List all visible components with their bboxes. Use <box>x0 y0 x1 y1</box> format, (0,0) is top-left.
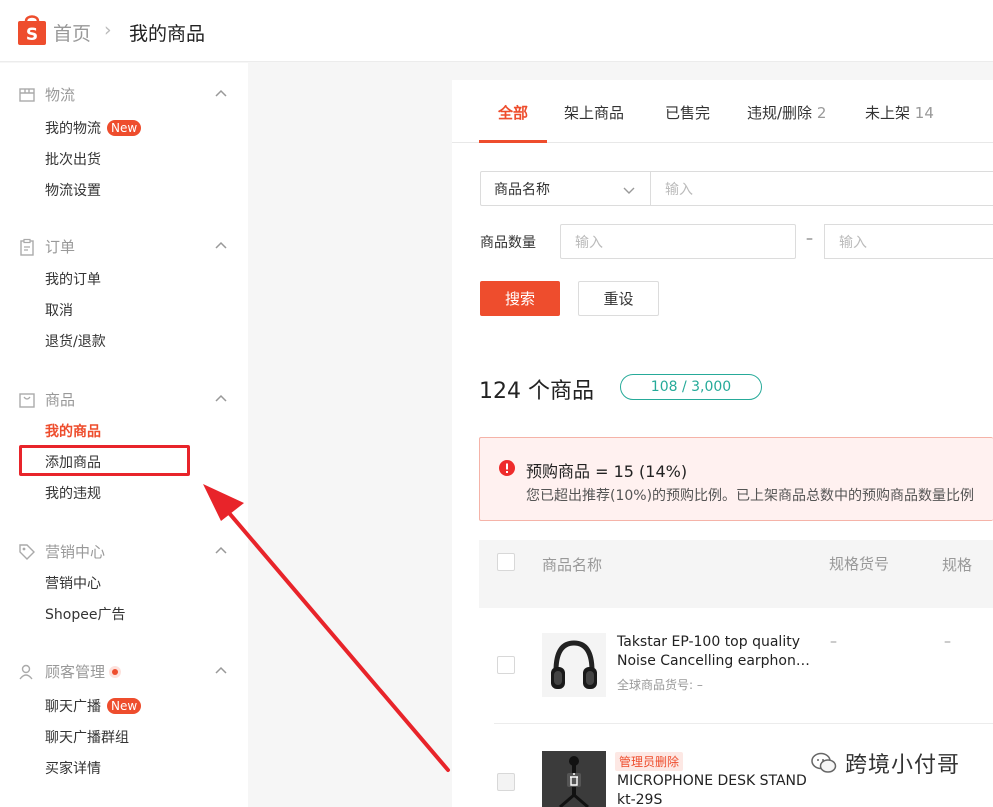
sidebar-item-chat-broadcast-groups[interactable]: 聊天广播群组 <box>45 727 129 747</box>
product-count-title: 124 个商品 <box>479 379 594 404</box>
search-input[interactable]: 输入 <box>650 171 993 206</box>
chevron-up-icon[interactable] <box>214 87 228 101</box>
person-icon <box>19 664 33 680</box>
sidebar-group-label: 物流 <box>45 86 76 104</box>
sidebar-group-products[interactable]: 商品 <box>0 388 248 412</box>
preorder-alert: 预购商品 = 15 (14%) 您已超出推荐(10%)的预购比例。已上架商品总数… <box>479 437 993 521</box>
sidebar-group-label: 订单 <box>45 238 76 256</box>
active-tab-indicator <box>479 140 547 143</box>
sidebar-group-customers[interactable]: 顾客管理 <box>0 660 248 684</box>
sidebar-item-my-products[interactable]: 我的商品 <box>45 421 101 441</box>
spec-code-cell: – <box>830 634 837 650</box>
tab-violations[interactable]: 违规/删除 2 <box>747 102 826 123</box>
main-panel: 全部 架上商品 已售完 违规/删除 2 未上架 14 商品名称 输入 商品数量 … <box>452 80 993 807</box>
breadcrumb-chevron-icon: › <box>104 19 112 41</box>
tab-bar: 全部 架上商品 已售完 违规/删除 2 未上架 14 <box>452 80 993 143</box>
table-row: Takstar EP-100 top quality Noise Cancell… <box>494 608 993 807</box>
sidebar-item-my-orders[interactable]: 我的订单 <box>45 269 101 289</box>
alert-description: 您已超出推荐(10%)的预购比例。已上架商品总数中的预购商品数量比例 <box>526 488 975 504</box>
select-all-checkbox[interactable] <box>497 553 515 571</box>
svg-text:S: S <box>26 25 38 45</box>
error-icon <box>499 460 515 476</box>
search-field-select[interactable]: 商品名称 <box>480 171 651 206</box>
quantity-min-input[interactable]: 输入 <box>560 224 796 259</box>
annotation-highlight-box <box>19 445 190 476</box>
breadcrumb-home[interactable]: 首页 <box>53 19 91 46</box>
sidebar-item-cancel[interactable]: 取消 <box>45 300 73 320</box>
sidebar-group-logistics[interactable]: 物流 <box>0 83 248 107</box>
tab-all[interactable]: 全部 <box>498 102 528 123</box>
row-checkbox-disabled <box>497 773 515 791</box>
product-global-sku: 全球商品货号: – <box>617 678 703 692</box>
box-icon <box>19 88 35 102</box>
product-name[interactable]: MICROPHONE DESK STAND kt-29S <box>617 772 813 807</box>
admin-deleted-badge: 管理员删除 <box>615 752 684 771</box>
sidebar-group-label: 营销中心 <box>45 543 106 561</box>
tab-unlisted[interactable]: 未上架 14 <box>865 102 934 123</box>
product-quota-badge: 108 / 3,000 <box>620 374 762 400</box>
chevron-down-icon <box>623 187 635 194</box>
sidebar-group-label: 商品 <box>45 391 76 409</box>
sidebar-item-chat-broadcast[interactable]: 聊天广播 New <box>45 696 142 716</box>
chevron-up-icon[interactable] <box>214 239 228 253</box>
clipboard-icon <box>20 238 34 256</box>
column-header-spec-code: 规格货号 <box>829 555 890 573</box>
new-badge: New <box>107 120 142 136</box>
sidebar-item-buyer-details[interactable]: 买家详情 <box>45 758 101 778</box>
quantity-label: 商品数量 <box>480 235 536 251</box>
sidebar-item-shopee-ads[interactable]: Shopee广告 <box>45 604 125 624</box>
notification-dot <box>109 666 122 678</box>
watermark: 跨境小付哥 <box>811 748 960 778</box>
top-header: S 首页 › 我的商品 <box>0 0 993 62</box>
table-header: 商品名称 规格货号 规格 <box>479 540 993 608</box>
reset-button[interactable]: 重设 <box>578 281 659 316</box>
range-dash: – <box>806 231 813 247</box>
sidebar-group-label: 顾客管理 <box>45 661 122 682</box>
chevron-up-icon[interactable] <box>214 544 228 558</box>
search-button[interactable]: 搜索 <box>480 281 560 316</box>
sidebar-group-marketing[interactable]: 营销中心 <box>0 540 248 564</box>
shopee-logo-icon[interactable]: S <box>17 12 47 46</box>
chevron-up-icon[interactable] <box>214 392 228 406</box>
sidebar-group-orders[interactable]: 订单 <box>0 235 248 259</box>
sidebar-item-returns[interactable]: 退货/退款 <box>45 331 106 351</box>
alert-title: 预购商品 = 15 (14%) <box>526 462 688 481</box>
headphones-thumbnail[interactable] <box>542 633 606 697</box>
column-header-name: 商品名称 <box>542 556 603 574</box>
product-name[interactable]: Takstar EP-100 top quality Noise Cancell… <box>617 633 813 671</box>
sidebar-item-my-logistics[interactable]: 我的物流 New <box>45 118 142 138</box>
tab-live[interactable]: 架上商品 <box>564 102 624 123</box>
chevron-up-icon[interactable] <box>214 664 228 678</box>
spec-cell: – <box>944 634 951 650</box>
microphone-stand-thumbnail[interactable] <box>542 751 606 807</box>
wechat-icon <box>811 752 837 773</box>
sidebar: 物流 我的物流 New 批次出货 物流设置 订单 我的订单 取消 退货/退款 商品… <box>0 63 248 807</box>
column-header-spec: 规格 <box>942 556 973 574</box>
tab-sold-out[interactable]: 已售完 <box>665 102 710 123</box>
quantity-max-input[interactable]: 输入 <box>824 224 993 259</box>
sidebar-item-marketing-center[interactable]: 营销中心 <box>45 573 101 593</box>
watermark-text: 跨境小付哥 <box>845 753 961 778</box>
new-badge: New <box>107 698 142 714</box>
bag-icon <box>19 393 35 408</box>
sidebar-item-logistics-settings[interactable]: 物流设置 <box>45 180 101 200</box>
row-checkbox[interactable] <box>497 656 515 674</box>
sidebar-item-my-violations[interactable]: 我的违规 <box>45 483 101 503</box>
sidebar-item-batch-ship[interactable]: 批次出货 <box>45 149 101 169</box>
tag-icon <box>19 544 35 560</box>
breadcrumb-current: 我的商品 <box>129 23 206 45</box>
